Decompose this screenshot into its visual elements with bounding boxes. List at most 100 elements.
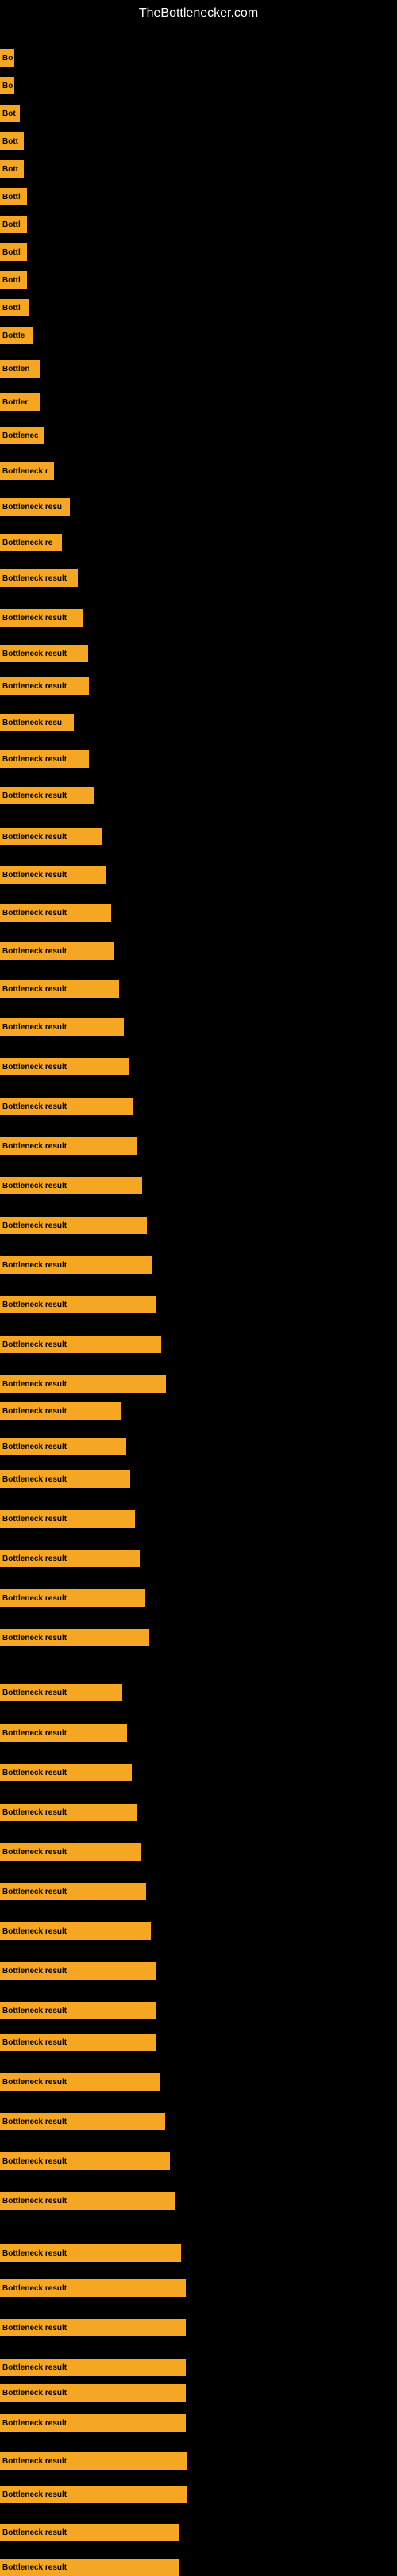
bar-label-text: Bottleneck result <box>2 1380 67 1389</box>
bar-item: Bottleneck result <box>0 2279 186 2297</box>
bar-item: Bottleneck result <box>0 1336 161 1353</box>
bar-item: Bottleneck r <box>0 462 54 480</box>
bar-item: Bottleneck result <box>0 1589 145 1607</box>
bar-item: Bottleneck result <box>0 1296 156 1313</box>
bar-label-text: Bottleneck result <box>2 1301 67 1309</box>
bar-label-text: Bottleneck result <box>2 2118 67 2126</box>
bar-item: Bottleneck result <box>0 2486 187 2503</box>
bar-label-text: Bottleneck result <box>2 2038 67 2047</box>
bar-item: Bottleneck result <box>0 1883 146 1900</box>
bar-item: Bottleneck result <box>0 2113 165 2130</box>
bar-item: Bottleneck result <box>0 1217 147 1234</box>
bar-item: Bottleneck result <box>0 2034 156 2051</box>
bar-label-text: Bottleneck result <box>2 1182 67 1190</box>
bar-label-text: Bottleneck result <box>2 1142 67 1151</box>
bar-label-text: Bottler <box>2 398 28 407</box>
bar-label-text: Bottleneck result <box>2 1689 67 1697</box>
bar-item: Bottleneck resu <box>0 498 70 516</box>
bar-item: Bottleneck result <box>0 1804 137 1821</box>
bar-item: Bottleneck result <box>0 1256 152 1274</box>
bar-item: Bottlenec <box>0 427 44 444</box>
bar-item: Bottleneck result <box>0 750 89 768</box>
bar-item: Bottleneck result <box>0 1438 126 1455</box>
bar-label-text: Bottleneck result <box>2 2324 67 2333</box>
bar-label-text: Bottleneck result <box>2 2563 67 2572</box>
bar-item: Bottleneck result <box>0 942 114 960</box>
bar-label-text: Bottleneck result <box>2 650 67 658</box>
bar-label-text: Bottleneck result <box>2 2284 67 2293</box>
bar-label-text: Bot <box>2 109 16 118</box>
bar-item: Bottleneck result <box>0 677 89 695</box>
bar-label-text: Bottleneck result <box>2 1967 67 1976</box>
bar-item: Bottleneck result <box>0 1724 127 1742</box>
bar-label-text: Bottleneck result <box>2 1340 67 1349</box>
bar-item: Bottleneck re <box>0 534 62 551</box>
bar-label-text: Bottleneck result <box>2 2249 67 2258</box>
bar-label-text: Bottleneck result <box>2 871 67 880</box>
bar-label-text: Bottlen <box>2 365 29 374</box>
bar-label-text: Bottleneck result <box>2 2078 67 2087</box>
bar-label-text: Bottleneck result <box>2 755 67 764</box>
bar-item: Bottleneck result <box>0 569 78 587</box>
bar-label-text: Bottleneck result <box>2 1515 67 1524</box>
bar-label-text: Bottleneck result <box>2 2389 67 2398</box>
bar-item: Bottleneck result <box>0 1510 135 1528</box>
bar-label-text: Bo <box>2 82 13 90</box>
bar-item: Bottleneck result <box>0 1058 129 1075</box>
bar-item: Bottleneck result <box>0 1137 137 1155</box>
bar-label-text: Bottleneck result <box>2 1769 67 1777</box>
bar-label-text: Bottleneck result <box>2 792 67 800</box>
bar-label-text: Bottleneck result <box>2 2528 67 2537</box>
bar-label-text: Bottleneck result <box>2 682 67 691</box>
bar-item: Bottleneck result <box>0 1684 122 1701</box>
bar-label-text: Bottleneck result <box>2 909 67 918</box>
bar-item: Bottle <box>0 327 33 344</box>
bar-item: Bottleneck resu <box>0 714 74 731</box>
bar-label-text: Bottleneck result <box>2 947 67 956</box>
bar-item: Bottleneck result <box>0 1922 151 1940</box>
bar-label-text: Bottleneck result <box>2 1443 67 1451</box>
bar-item: Bottl <box>0 188 27 205</box>
bar-label-text: Bottlenec <box>2 431 39 440</box>
bar-item: Bottl <box>0 299 29 316</box>
bar-item: Bottl <box>0 216 27 233</box>
bar-item: Bottleneck result <box>0 1375 166 1393</box>
bar-label-text: Bott <box>2 165 18 174</box>
bar-label-text: Bottleneck result <box>2 1634 67 1643</box>
bar-item: Bottleneck result <box>0 2359 186 2376</box>
bar-label-text: Bottleneck result <box>2 1554 67 1563</box>
bar-label-text: Bo <box>2 54 13 63</box>
bar-label-text: Bottl <box>2 304 21 312</box>
bar-item: Bottleneck result <box>0 980 119 998</box>
bar-label-text: Bottleneck result <box>2 1475 67 1484</box>
bar-label-text: Bottleneck result <box>2 1729 67 1738</box>
bar-item: Bottleneck result <box>0 828 102 845</box>
bar-item: Bottleneck result <box>0 2152 170 2170</box>
bar-label-text: Bottleneck result <box>2 985 67 994</box>
bar-label-text: Bottleneck result <box>2 1888 67 1896</box>
bar-label-text: Bottleneck result <box>2 1808 67 1817</box>
bar-label-text: Bottleneck result <box>2 1927 67 1936</box>
bar-item: Bottleneck result <box>0 1764 132 1781</box>
bar-label-text: Bottleneck result <box>2 574 67 583</box>
bar-item: Bottleneck result <box>0 1402 121 1420</box>
bar-label-text: Bottleneck result <box>2 2197 67 2206</box>
bar-item: Bottlen <box>0 360 40 378</box>
bar-label-text: Bottleneck result <box>2 2490 67 2499</box>
bar-item: Bottleneck result <box>0 2452 187 2470</box>
bar-item: Bottleneck result <box>0 2559 179 2576</box>
bar-label-text: Bottleneck re <box>2 539 52 547</box>
bar-item: Bottl <box>0 271 27 289</box>
bar-label-text: Bottleneck result <box>2 1023 67 1032</box>
bar-item: Bottleneck result <box>0 2414 186 2432</box>
bar-item: Bottleneck result <box>0 1629 149 1646</box>
bar-label-text: Bottleneck result <box>2 2363 67 2372</box>
bar-label-text: Bott <box>2 137 18 146</box>
bar-item: Bottleneck result <box>0 2319 186 2336</box>
bar-item: Bottleneck result <box>0 2073 160 2091</box>
bar-label-text: Bottleneck r <box>2 467 48 476</box>
bar-item: Bottleneck result <box>0 1550 140 1567</box>
bar-item: Bottleneck result <box>0 1962 156 1980</box>
bar-label-text: Bottleneck result <box>2 1221 67 1230</box>
bar-item: Bottleneck result <box>0 609 83 627</box>
